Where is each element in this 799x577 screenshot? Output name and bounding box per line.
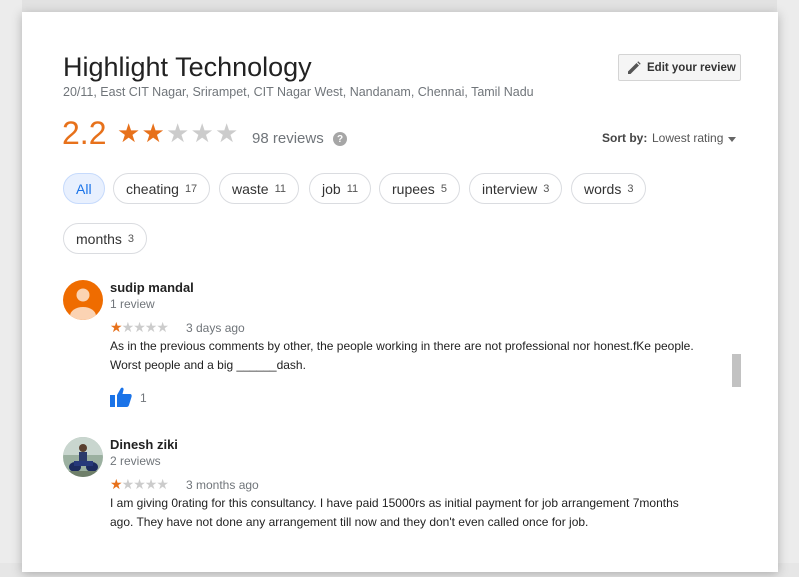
reviews-dialog: Highlight Technology 20/11, East CIT Nag… [22,12,778,572]
star-empty-icon: ★ [121,319,135,335]
review-date: 3 days ago [186,321,245,335]
filter-chip-interview[interactable]: interview 3 [469,173,563,204]
rating-stars: ★ ★ ★ ★ ★ [117,120,240,146]
reviewer-review-count: 1 review [110,297,155,311]
star-empty-icon: ★ [133,319,146,335]
background-page-left [0,0,22,577]
filter-chip-cheating[interactable]: cheating 17 [113,173,211,204]
star-empty-icon: ★ [190,118,214,148]
edit-review-button[interactable]: Edit your review [618,54,741,81]
filter-chip-label: cheating [126,180,179,197]
star-empty-icon: ★ [156,476,169,492]
place-title: Highlight Technology [63,52,312,82]
filter-chip-count: 11 [274,182,286,195]
person-icon [63,280,103,320]
review-stars: ★ ★ ★ ★ ★ [110,319,169,335]
star-empty-icon: ★ [144,319,158,335]
filter-chip-count: 3 [127,232,135,245]
filter-chip-count: 3 [627,182,634,195]
avatar[interactable] [63,280,103,320]
star-empty-icon: ★ [166,118,190,148]
star-empty-icon: ★ [121,476,135,492]
reviewer-name[interactable]: Dinesh ziki [110,437,178,452]
filter-chip-count: 17 [184,182,198,195]
filter-chip-waste[interactable]: waste 11 [219,173,299,204]
filter-chip-label: job [322,180,341,197]
filter-chip-label: waste [232,180,269,197]
filter-chip-count: 11 [346,182,359,195]
star-filled-icon: ★ [141,118,165,148]
filter-chip-label: words [584,180,622,197]
thumbs-up-icon[interactable] [110,387,132,407]
review-date: 3 months ago [186,478,259,492]
sort-label: Sort by: [602,131,648,145]
review-stars: ★ ★ ★ ★ ★ [110,476,169,492]
help-icon[interactable]: ? [333,132,347,146]
filter-chip-months[interactable]: months 3 [63,223,148,254]
filter-chip-label: interview [482,180,538,197]
star-filled-icon: ★ [117,118,141,148]
star-filled-icon: ★ [110,319,123,335]
star-empty-icon: ★ [156,319,169,335]
place-address: 20/11, East CIT Nagar, Srirampet, CIT Na… [63,85,534,99]
filter-chip-count: 3 [543,182,550,195]
review-count[interactable]: 98 reviews [252,130,324,147]
filter-chip-all[interactable]: All [63,173,105,204]
filter-chip-label: months [76,230,122,247]
chevron-down-icon[interactable] [728,137,736,142]
star-filled-icon: ★ [110,476,123,492]
filter-chip-label: rupees [392,180,435,197]
filter-chip-words[interactable]: words 3 [571,173,647,204]
edit-review-label: Edit your review [647,61,736,74]
like-count: 1 [140,391,147,405]
filter-chip-label: All [76,180,92,197]
star-empty-icon: ★ [133,476,146,492]
reviewer-name[interactable]: sudip mandal [110,280,194,295]
star-empty-icon: ★ [215,118,239,148]
pencil-icon [628,60,641,74]
average-rating: 2.2 [62,115,107,151]
background-page-right [777,0,799,577]
filter-chip-job[interactable]: job 11 [309,173,372,204]
profile-photo [63,437,103,477]
star-empty-icon: ★ [144,476,158,492]
review-text: I am giving 0rating for this consultancy… [110,496,679,529]
filter-chip-count: 5 [440,182,447,195]
reviewer-review-count: 2 reviews [110,454,161,468]
sort-dropdown[interactable]: Lowest rating [652,131,723,145]
review-text: As in the previous comments by other, th… [110,339,694,372]
filter-chip-rupees[interactable]: rupees 5 [379,173,460,204]
scrollbar-thumb[interactable] [732,354,741,387]
avatar[interactable] [63,437,103,477]
